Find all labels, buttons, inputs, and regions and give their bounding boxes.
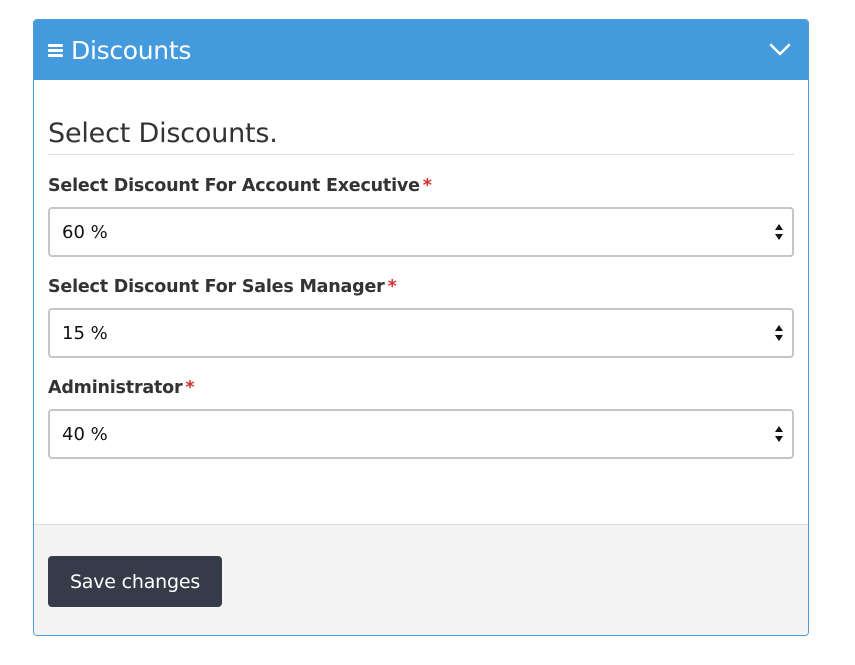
panel-header[interactable]: Discounts — [34, 20, 808, 80]
save-changes-button[interactable]: Save changes — [48, 556, 222, 607]
required-marker: * — [185, 378, 195, 398]
hamburger-icon — [48, 44, 63, 57]
select-value: 15 % — [62, 322, 108, 344]
account-executive-discount-select[interactable]: 60 % — [48, 207, 794, 257]
select-value: 40 % — [62, 423, 108, 445]
discounts-panel: Discounts Select Discounts. Select Disco… — [33, 19, 809, 636]
sales-manager-discount-select[interactable]: 15 % — [48, 308, 794, 358]
select-arrows-icon — [775, 426, 783, 442]
panel-body: Select Discounts. Select Discount For Ac… — [34, 80, 808, 524]
field-account-executive: Select Discount For Account Executive * 6… — [48, 175, 794, 257]
field-label-text: Administrator — [48, 378, 183, 398]
select-arrows-icon — [775, 325, 783, 341]
required-marker: * — [387, 277, 397, 297]
panel-title: Discounts — [71, 35, 192, 65]
select-arrows-icon — [775, 224, 783, 240]
field-label: Select Discount For Sales Manager * — [48, 276, 794, 298]
chevron-down-icon — [769, 43, 791, 56]
form-heading: Select Discounts. — [48, 80, 794, 155]
field-sales-manager: Select Discount For Sales Manager * 15 % — [48, 276, 794, 358]
required-marker: * — [422, 176, 432, 196]
administrator-discount-select[interactable]: 40 % — [48, 409, 794, 459]
select-value: 60 % — [62, 221, 108, 243]
panel-footer: Save changes — [34, 524, 808, 635]
field-label: Select Discount For Account Executive * — [48, 175, 794, 197]
field-label-text: Select Discount For Sales Manager — [48, 277, 385, 297]
panel-title-wrap: Discounts — [48, 36, 191, 65]
field-label: Administrator * — [48, 377, 794, 399]
field-label-text: Select Discount For Account Executive — [48, 176, 420, 196]
field-administrator: Administrator * 40 % — [48, 377, 794, 459]
collapse-toggle[interactable] — [766, 36, 794, 64]
